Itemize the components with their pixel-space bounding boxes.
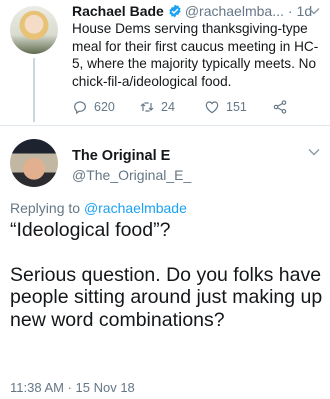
avatar[interactable]: [10, 6, 58, 54]
reply-count: 620: [94, 100, 115, 114]
like-button[interactable]: 151: [204, 99, 247, 115]
share-button[interactable]: [272, 99, 294, 115]
thread-connector-line: [33, 58, 35, 122]
reply-paragraph-2: Serious question. Do you folks have peop…: [10, 263, 323, 331]
reply-author-handle[interactable]: @The_Original_E_: [72, 167, 191, 183]
reply-button[interactable]: 620: [72, 99, 115, 115]
chevron-down-icon[interactable]: [308, 6, 320, 16]
reply-paragraph-1: “Ideological food”?: [10, 219, 171, 241]
share-icon: [273, 100, 287, 114]
retweet-count: 24: [161, 100, 175, 114]
verified-badge-icon: [169, 4, 181, 18]
parent-tweet[interactable]: Rachael Bade @rachaelmba... · 1d House D…: [0, 0, 330, 125]
like-count: 151: [226, 100, 247, 114]
reply-icon: [74, 101, 86, 115]
tweet-header: Rachael Bade @rachaelmba... · 1d: [72, 3, 324, 19]
replying-to-label: Replying to: [10, 200, 81, 216]
author-name[interactable]: Rachael Bade: [72, 3, 164, 19]
reply-timestamp[interactable]: 11:38 AM · 15 Nov 18: [10, 380, 135, 395]
reply-author-name[interactable]: The Original E: [72, 148, 170, 164]
tweet-actions: 620 24 151: [72, 99, 322, 119]
header-separator: ·: [287, 3, 293, 19]
replying-to-link[interactable]: @rachaelmbade: [84, 200, 187, 216]
retweet-button[interactable]: 24: [139, 99, 175, 115]
reply-text: “Ideological food”? Serious question. Do…: [10, 219, 324, 331]
replying-to: Replying to @rachaelmbade: [10, 200, 187, 216]
like-icon: [205, 101, 219, 114]
tweet-text: House Dems serving thanksgiving-type mea…: [72, 21, 319, 89]
chevron-down-icon[interactable]: [308, 147, 320, 157]
author-handle[interactable]: @rachaelmba...: [185, 3, 284, 19]
reply-avatar[interactable]: [10, 139, 58, 187]
divider: [0, 125, 330, 126]
retweet-icon: [140, 102, 154, 112]
